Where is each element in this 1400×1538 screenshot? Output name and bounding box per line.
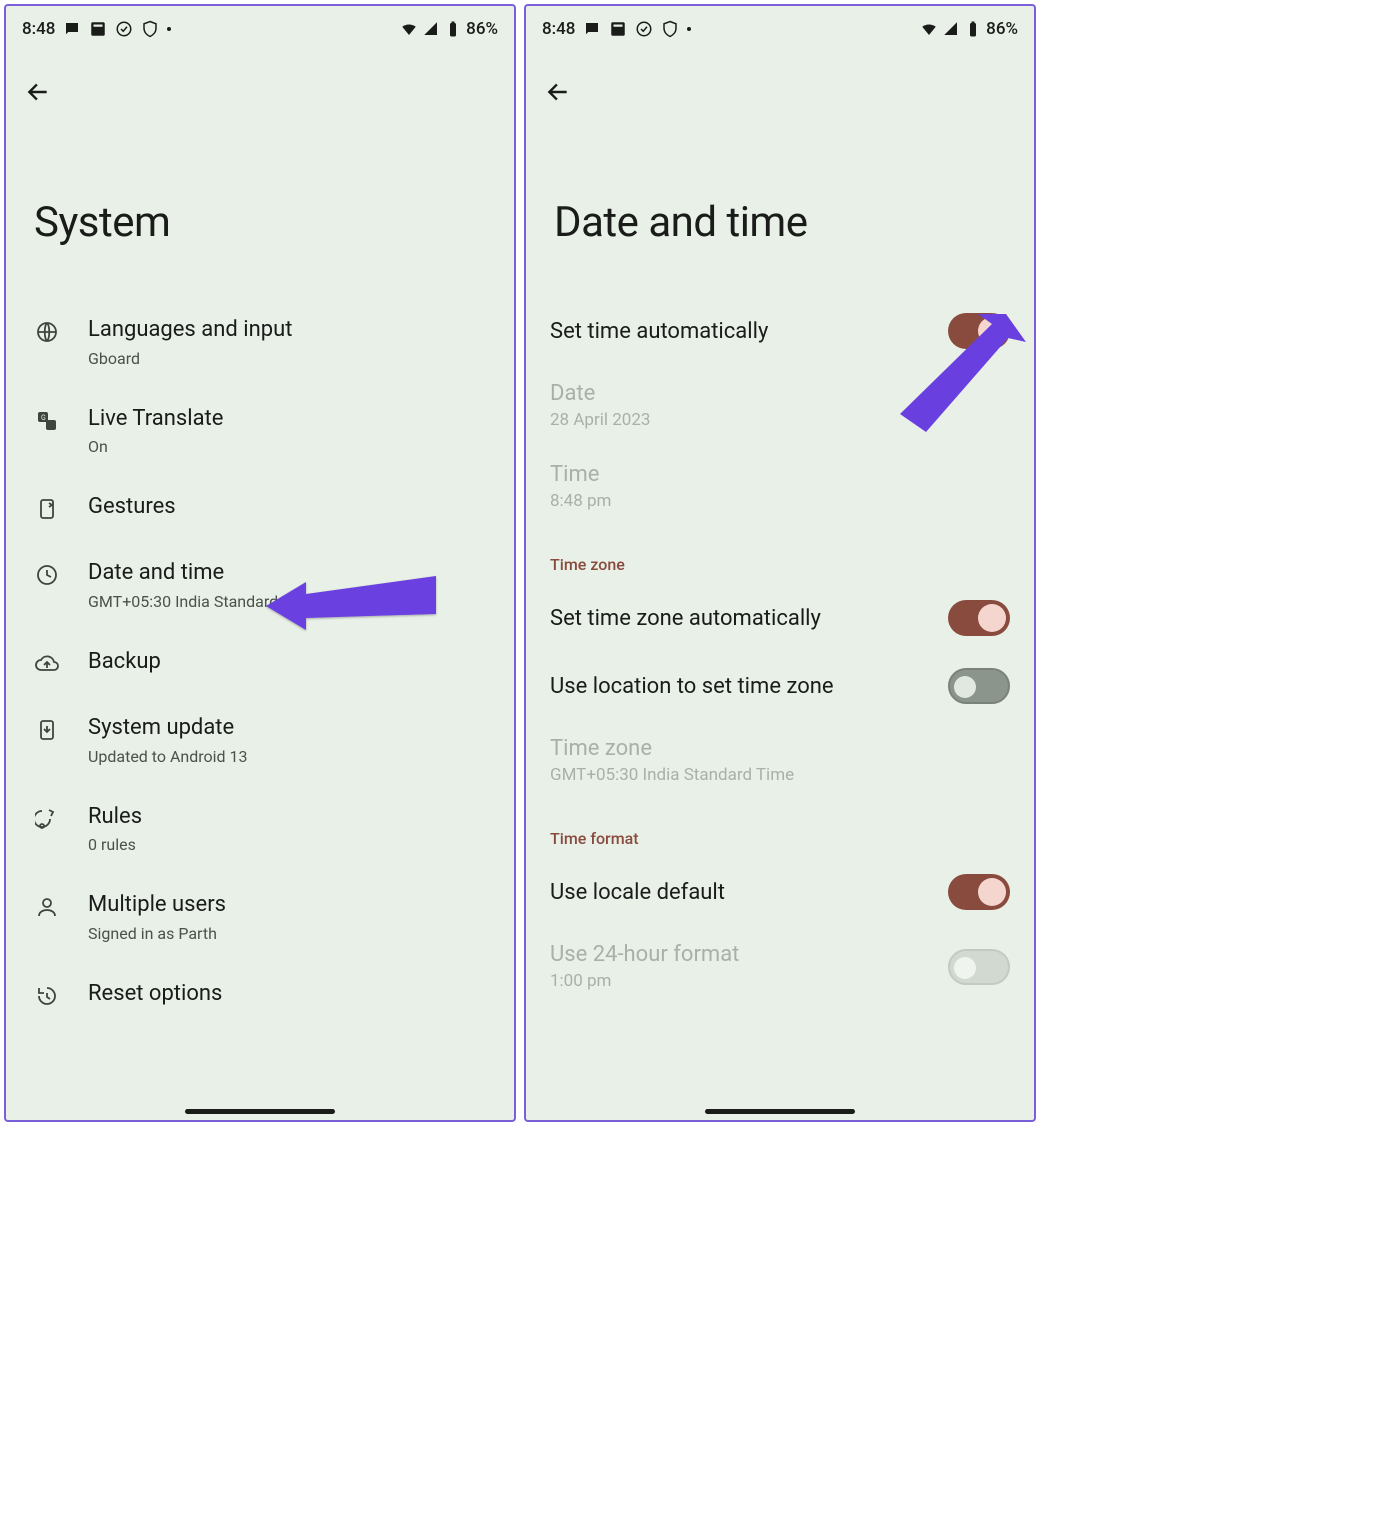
dot-icon	[167, 27, 171, 31]
battery-percent: 86%	[986, 19, 1018, 39]
item-gestures[interactable]: Gestures	[6, 474, 514, 540]
setting-value: 28 April 2023	[550, 410, 650, 430]
toggle-use-location-tz[interactable]	[948, 668, 1010, 704]
row-set-time-auto[interactable]: Set time automatically	[526, 297, 1034, 365]
row-set-tz-auto[interactable]: Set time zone automatically	[526, 584, 1034, 652]
item-title: Languages and input	[88, 315, 496, 345]
battery-icon	[964, 20, 982, 38]
item-title: Live Translate	[88, 404, 496, 434]
sync-icon	[115, 20, 133, 38]
page-title: Date and time	[526, 120, 1034, 297]
setting-label: Time zone	[550, 736, 794, 761]
item-title: Date and time	[88, 558, 496, 588]
wifi-icon	[400, 20, 418, 38]
toggle-set-tz-auto[interactable]	[948, 600, 1010, 636]
item-title: Rules	[88, 802, 496, 832]
row-use-locale-default[interactable]: Use locale default	[526, 858, 1034, 926]
news-icon	[609, 20, 627, 38]
row-use-24h: Use 24-hour format 1:00 pm	[526, 926, 1034, 1007]
item-subtitle: 0 rules	[88, 835, 496, 854]
setting-value: 1:00 pm	[550, 971, 739, 991]
setting-label: Time	[550, 462, 611, 487]
setting-value: 8:48 pm	[550, 491, 611, 511]
item-backup[interactable]: Backup	[6, 629, 514, 695]
item-subtitle: Updated to Android 13	[88, 747, 496, 766]
back-button[interactable]	[538, 72, 578, 112]
chat-icon	[583, 20, 601, 38]
rules-icon	[34, 806, 60, 832]
setting-label: Use 24-hour format	[550, 942, 739, 967]
wifi-icon	[920, 20, 938, 38]
section-format: Time format	[526, 801, 1034, 858]
item-languages[interactable]: Languages and input Gboard	[6, 297, 514, 386]
dot-icon	[687, 27, 691, 31]
item-subtitle: Gboard	[88, 349, 496, 368]
section-timezone: Time zone	[526, 527, 1034, 584]
item-title: Multiple users	[88, 890, 496, 920]
setting-value: GMT+05:30 India Standard Time	[550, 765, 794, 785]
row-date: Date 28 April 2023	[526, 365, 1034, 446]
toggle-set-time-auto[interactable]	[948, 313, 1010, 349]
settings-list: Languages and input Gboard G Live Transl…	[6, 297, 514, 1120]
setting-label: Date	[550, 381, 650, 406]
setting-label: Use location to set time zone	[550, 674, 834, 699]
setting-label: Set time automatically	[550, 319, 768, 344]
row-timezone: Time zone GMT+05:30 India Standard Time	[526, 720, 1034, 801]
item-subtitle: Signed in as Parth	[88, 924, 496, 943]
translate-icon: G	[34, 408, 60, 434]
svg-text:G: G	[41, 414, 46, 422]
phone-screen-date-time: 8:48 86% Date and time Set time automati…	[524, 4, 1036, 1122]
globe-icon	[34, 319, 60, 345]
row-use-location-tz[interactable]: Use location to set time zone	[526, 652, 1034, 720]
battery-percent: 86%	[466, 19, 498, 39]
news-icon	[89, 20, 107, 38]
phone-screen-system: 8:48 86% System Languages and input Gboa…	[4, 4, 516, 1122]
status-time: 8:48	[22, 19, 55, 39]
phone-download-icon	[34, 717, 60, 743]
gestures-icon	[34, 496, 60, 522]
shield-icon	[141, 20, 159, 38]
clock-icon	[34, 562, 60, 588]
battery-icon	[444, 20, 462, 38]
chat-icon	[63, 20, 81, 38]
signal-icon	[942, 20, 960, 38]
date-time-list: Set time automatically Date 28 April 202…	[526, 297, 1034, 1120]
item-date-time[interactable]: Date and time GMT+05:30 India Standard T…	[6, 540, 514, 629]
cloud-upload-icon	[34, 651, 60, 677]
item-reset[interactable]: Reset options	[6, 961, 514, 1027]
shield-icon	[661, 20, 679, 38]
status-bar: 8:48 86%	[6, 6, 514, 48]
status-time: 8:48	[542, 19, 575, 39]
toggle-use-locale-default[interactable]	[948, 874, 1010, 910]
back-button[interactable]	[18, 72, 58, 112]
item-subtitle: GMT+05:30 India Standard Time	[88, 592, 496, 611]
setting-label: Use locale default	[550, 880, 725, 905]
signal-icon	[422, 20, 440, 38]
item-rules[interactable]: Rules 0 rules	[6, 784, 514, 873]
item-title: Backup	[88, 647, 496, 677]
setting-label: Set time zone automatically	[550, 606, 821, 631]
item-title: Gestures	[88, 492, 496, 522]
row-time: Time 8:48 pm	[526, 446, 1034, 527]
history-icon	[34, 983, 60, 1009]
item-multiple-users[interactable]: Multiple users Signed in as Parth	[6, 872, 514, 961]
person-icon	[34, 894, 60, 920]
item-system-update[interactable]: System update Updated to Android 13	[6, 695, 514, 784]
gesture-bar[interactable]	[705, 1109, 855, 1114]
sync-icon	[635, 20, 653, 38]
item-title: Reset options	[88, 979, 496, 1009]
status-bar: 8:48 86%	[526, 6, 1034, 48]
toggle-use-24h	[948, 949, 1010, 985]
gesture-bar[interactable]	[185, 1109, 335, 1114]
item-title: System update	[88, 713, 496, 743]
item-subtitle: On	[88, 437, 496, 456]
item-live-translate[interactable]: G Live Translate On	[6, 386, 514, 475]
page-title: System	[6, 120, 514, 297]
